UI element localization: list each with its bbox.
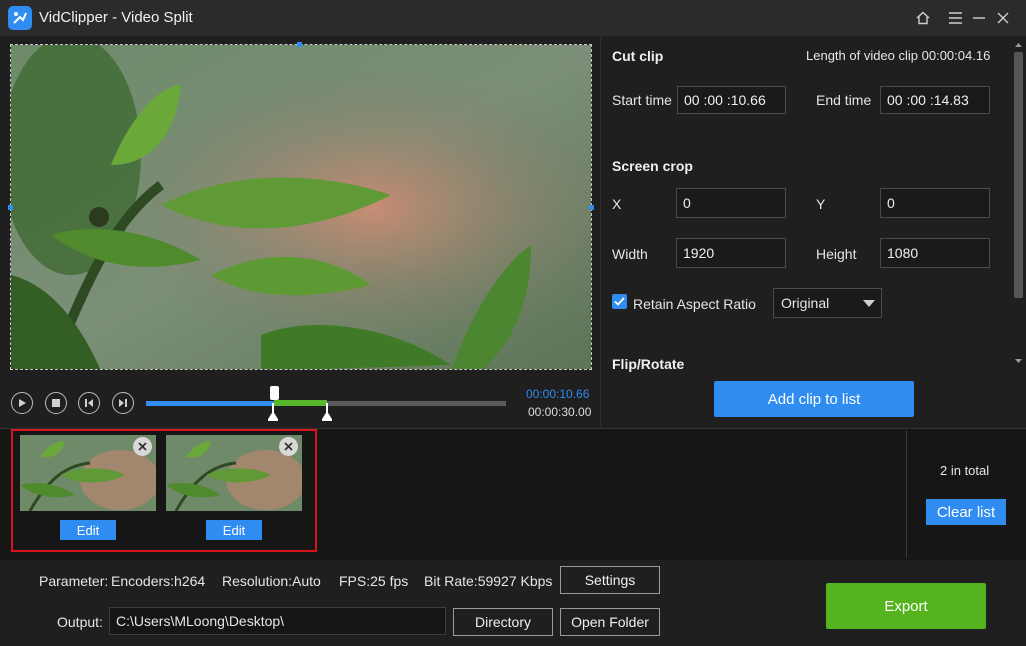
retain-aspect-ratio-checkbox[interactable] <box>612 294 627 309</box>
crop-height-input[interactable]: 1080 <box>880 238 990 268</box>
menu-icon[interactable] <box>944 7 966 29</box>
next-frame-icon <box>119 399 127 407</box>
resolution-value: Resolution:Auto <box>222 573 321 589</box>
clip-list-divider <box>906 430 907 558</box>
parameter-label: Parameter: <box>39 573 109 589</box>
aspect-ratio-select[interactable]: Original <box>773 288 882 318</box>
checkmark-icon <box>614 297 625 306</box>
playhead-handle[interactable] <box>270 386 279 400</box>
remove-clip-2-button[interactable] <box>279 437 298 456</box>
edit-clip-1-button[interactable]: Edit <box>60 520 116 540</box>
open-folder-button[interactable]: Open Folder <box>560 608 660 636</box>
settings-scroll-thumb[interactable] <box>1014 52 1023 298</box>
current-time: 00:00:10.66 <box>526 387 590 401</box>
close-icon <box>138 442 147 451</box>
screen-crop-title: Screen crop <box>612 158 693 174</box>
start-time-input[interactable]: 00 :00 :10.66 <box>677 86 786 114</box>
crop-handle-top[interactable] <box>297 42 302 47</box>
video-preview[interactable] <box>10 44 592 370</box>
close-icon <box>284 442 293 451</box>
crop-width-input[interactable]: 1920 <box>676 238 786 268</box>
bitrate-value: Bit Rate:59927 Kbps <box>424 573 553 589</box>
video-preview-area <box>0 36 600 428</box>
end-time-label: End time <box>816 92 872 108</box>
minimize-icon[interactable] <box>968 7 990 29</box>
play-button[interactable] <box>11 392 33 414</box>
start-time-label: Start time <box>612 92 672 108</box>
crop-y-label: Y <box>816 196 826 212</box>
video-frame-image <box>11 45 591 369</box>
aspect-ratio-value: Original <box>781 295 830 311</box>
previous-frame-button[interactable] <box>78 392 100 414</box>
stop-button[interactable] <box>45 392 67 414</box>
output-label: Output: <box>57 614 103 630</box>
encoders-value: Encoders:h264 <box>111 573 206 589</box>
directory-button[interactable]: Directory <box>453 608 553 636</box>
add-clip-to-list-button[interactable]: Add clip to list <box>714 381 914 417</box>
retain-aspect-ratio-label: Retain Aspect Ratio <box>633 296 756 312</box>
timeline-played <box>146 401 274 406</box>
play-icon <box>19 399 26 407</box>
next-frame-button[interactable] <box>112 392 134 414</box>
export-button[interactable]: Export <box>826 583 986 629</box>
crop-y-input[interactable]: 0 <box>880 188 990 218</box>
end-time-input[interactable]: 00 :00 :14.83 <box>880 86 990 114</box>
fps-value: FPS:25 fps <box>339 573 409 589</box>
previous-frame-icon <box>85 399 93 407</box>
crop-x-input[interactable]: 0 <box>676 188 786 218</box>
close-icon[interactable] <box>992 7 1014 29</box>
clear-list-button[interactable]: Clear list <box>926 499 1006 525</box>
crop-height-label: Height <box>816 246 857 262</box>
timeline-selection <box>274 400 327 406</box>
crop-x-label: X <box>612 196 622 212</box>
edit-clip-2-button[interactable]: Edit <box>206 520 262 540</box>
home-icon[interactable] <box>912 7 934 29</box>
clip-length-text: Length of video clip 00:00:04.16 <box>806 48 991 63</box>
title-bar: VidClipper - Video Split <box>0 0 1026 36</box>
window-title: VidClipper - Video Split <box>39 9 193 26</box>
app-logo-icon <box>8 6 32 30</box>
crop-handle-right[interactable] <box>589 205 594 210</box>
crop-width-label: Width <box>612 246 648 262</box>
output-path-input[interactable]: C:\Users\MLoong\Desktop\ <box>109 607 446 635</box>
settings-button[interactable]: Settings <box>560 566 660 594</box>
stop-icon <box>52 399 60 407</box>
clip-count: 2 in total <box>940 463 990 478</box>
chevron-down-icon <box>863 300 875 307</box>
remove-clip-1-button[interactable] <box>133 437 152 456</box>
total-time: 00:00:30.00 <box>528 405 592 419</box>
crop-handle-left[interactable] <box>8 205 13 210</box>
flip-rotate-title: Flip/Rotate <box>612 356 685 372</box>
cut-clip-title: Cut clip <box>612 48 664 64</box>
